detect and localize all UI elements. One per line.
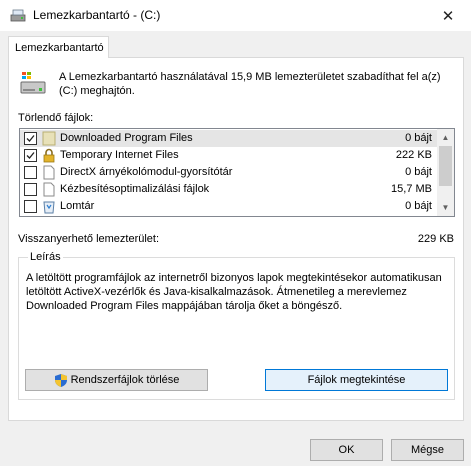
close-button[interactable]: ✕ bbox=[425, 0, 471, 31]
drive-icon bbox=[20, 72, 46, 94]
scroll-down-icon[interactable]: ▼ bbox=[437, 199, 454, 216]
window-title: Lemezkarbantartó - (C:) bbox=[33, 8, 161, 22]
space-gain-value: 229 KB bbox=[417, 233, 454, 245]
file-name: Downloaded Program Files bbox=[60, 132, 193, 144]
files-to-delete-label: Törlendő fájlok: bbox=[18, 112, 94, 124]
file-size: 0 bájt bbox=[405, 132, 432, 144]
file-size: 222 KB bbox=[395, 149, 432, 161]
checkbox[interactable] bbox=[24, 149, 37, 162]
file-size: 0 bájt bbox=[405, 200, 432, 212]
blank-file-icon bbox=[43, 182, 55, 197]
list-item[interactable]: Temporary Internet Files 222 KB bbox=[20, 147, 438, 164]
scrollbar-thumb[interactable] bbox=[439, 146, 452, 186]
checkbox[interactable] bbox=[24, 183, 37, 196]
checkbox[interactable] bbox=[24, 166, 37, 179]
list-item[interactable]: Kézbesítésoptimalizálási fájlok 15,7 MB bbox=[20, 181, 438, 198]
checkmark-icon bbox=[26, 152, 35, 159]
list-item[interactable]: Lomtár 0 bájt bbox=[20, 198, 438, 215]
checkmark-icon bbox=[26, 135, 35, 142]
scroll-up-icon[interactable]: ▲ bbox=[437, 129, 454, 146]
file-name: Temporary Internet Files bbox=[60, 149, 179, 161]
ok-button[interactable]: OK bbox=[310, 439, 383, 461]
description-text: A letöltött programfájlok az internetről… bbox=[26, 272, 442, 312]
clean-system-files-label: Rendszerfájlok törlése bbox=[70, 374, 180, 386]
close-icon: ✕ bbox=[441, 7, 455, 25]
vertical-scrollbar[interactable]: ▲ ▼ bbox=[437, 129, 454, 216]
file-list[interactable]: Downloaded Program Files 0 bájt Temporar… bbox=[19, 128, 455, 217]
checkbox[interactable] bbox=[24, 132, 37, 145]
tab-disk-cleanup[interactable]: Lemezkarbantartó bbox=[8, 36, 109, 58]
checkbox[interactable] bbox=[24, 200, 37, 213]
clean-system-files-button[interactable]: Rendszerfájlok törlése bbox=[25, 369, 208, 391]
file-size: 0 bájt bbox=[405, 166, 432, 178]
lock-icon bbox=[43, 148, 55, 163]
space-gain-label: Visszanyerhető lemezterület: bbox=[18, 233, 160, 245]
shield-icon bbox=[54, 373, 67, 387]
list-item[interactable]: DirectX árnyékolómodul-gyorsítótár 0 báj… bbox=[20, 164, 438, 181]
description-legend: Leírás bbox=[28, 251, 63, 263]
disk-cleanup-window: Lemezkarbantartó - (C:) ✕ Lemezkarbantar… bbox=[0, 0, 471, 466]
file-name: DirectX árnyékolómodul-gyorsítótár bbox=[60, 166, 233, 178]
disk-cleanup-icon bbox=[10, 9, 26, 22]
intro-text: A Lemezkarbantartó használatával 15,9 MB… bbox=[59, 71, 441, 97]
cancel-button[interactable]: Mégse bbox=[391, 439, 464, 461]
blank-file-icon bbox=[43, 165, 55, 180]
title-bar[interactable]: Lemezkarbantartó - (C:) ✕ bbox=[0, 0, 471, 31]
file-size: 15,7 MB bbox=[391, 183, 432, 195]
folder-icon bbox=[42, 131, 56, 146]
view-files-button[interactable]: Fájlok megtekintése bbox=[265, 369, 448, 391]
recycle-bin-icon bbox=[43, 201, 55, 214]
list-item[interactable]: Downloaded Program Files 0 bájt bbox=[20, 130, 438, 147]
file-name: Lomtár bbox=[60, 200, 95, 212]
tab-panel: A Lemezkarbantartó használatával 15,9 MB… bbox=[8, 57, 464, 421]
file-name: Kézbesítésoptimalizálási fájlok bbox=[60, 183, 210, 195]
